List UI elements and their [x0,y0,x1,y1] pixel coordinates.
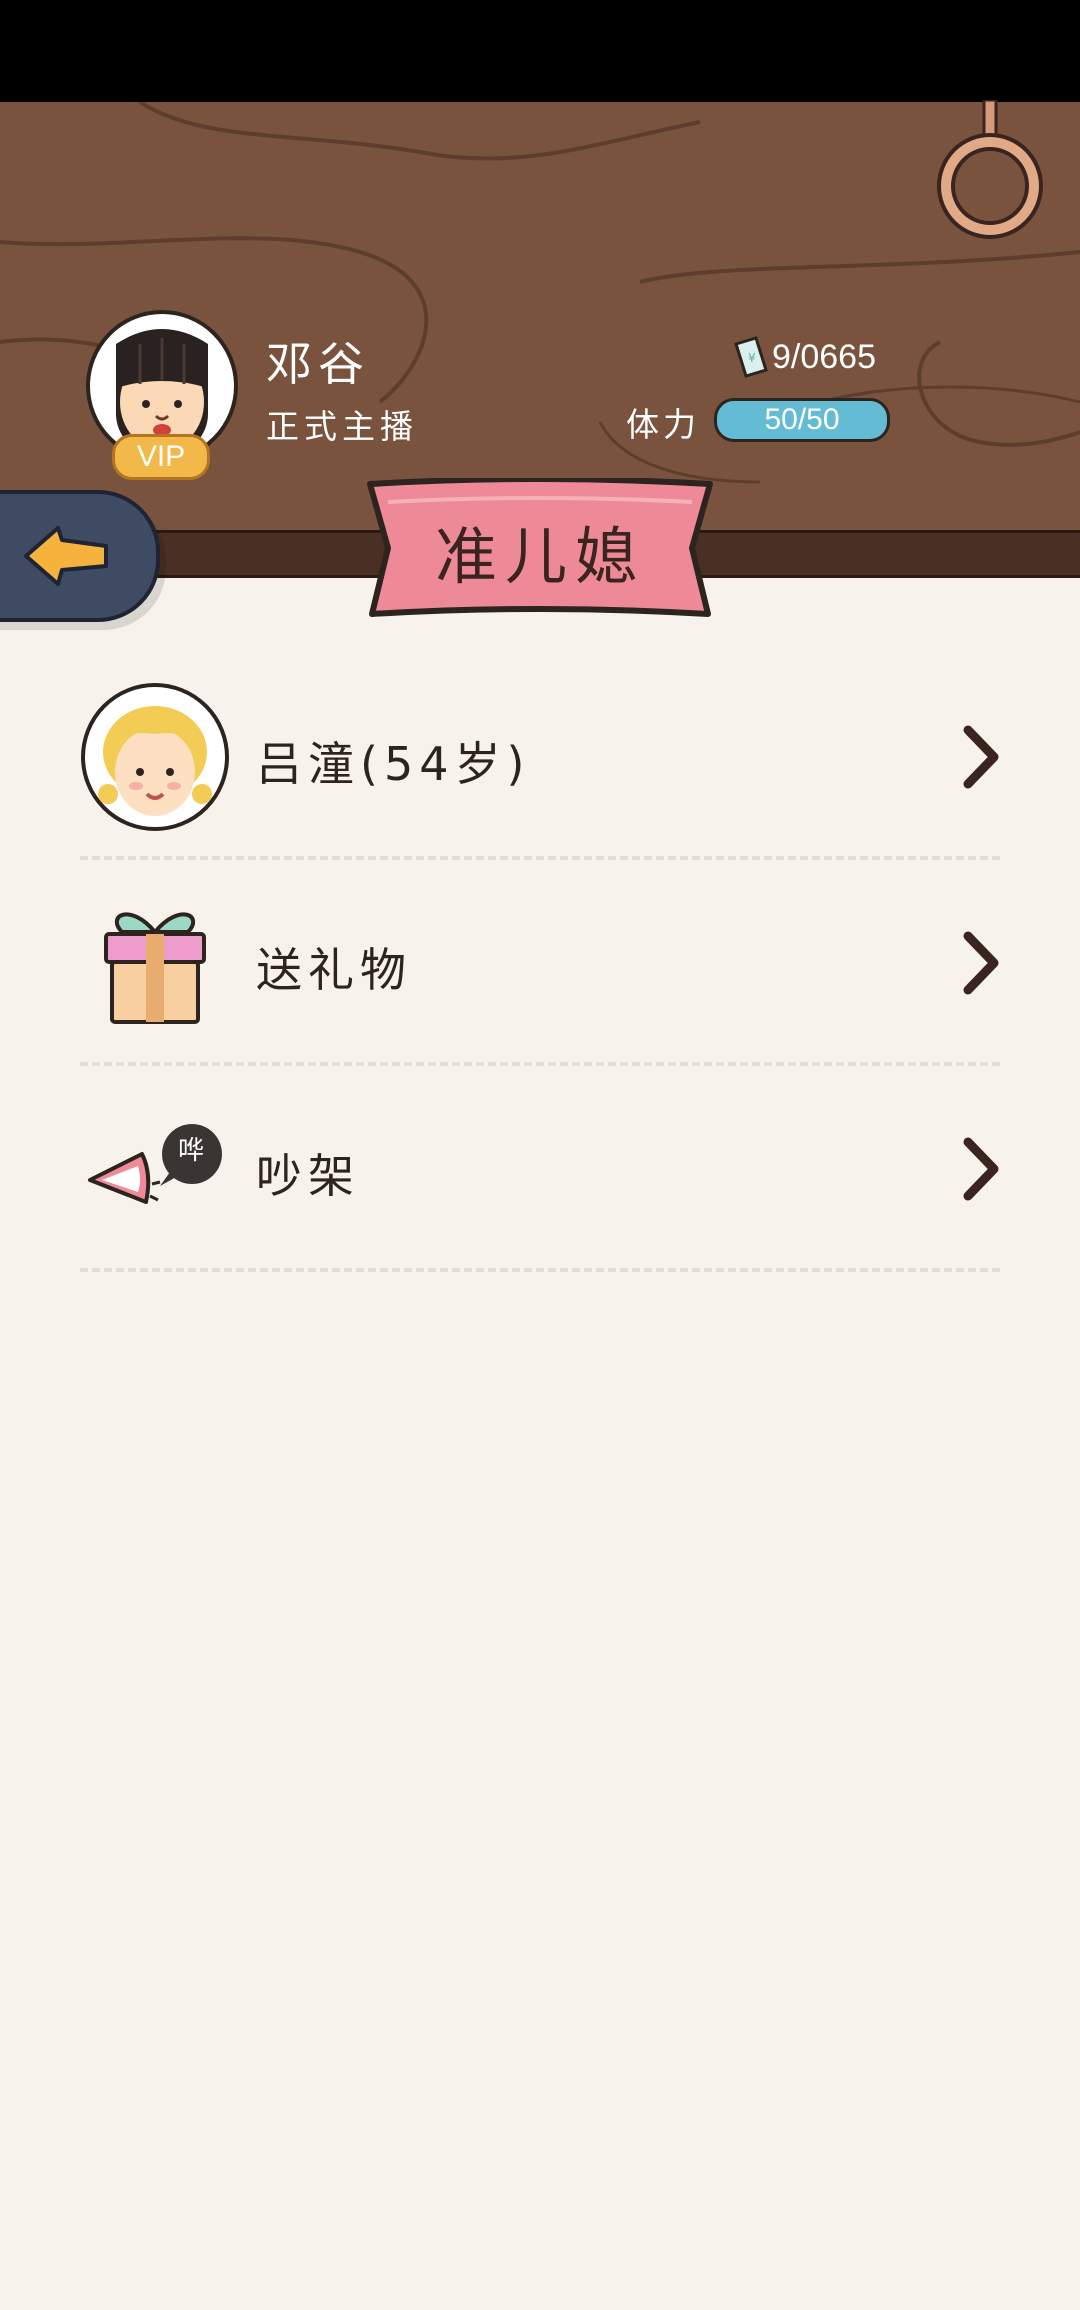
shouting-mouth-icon [88,1124,222,1204]
ring-icon[interactable] [936,100,1046,240]
svg-text:¥: ¥ [748,351,756,365]
stamina-label: 体力 [626,405,700,444]
chevron-right-icon [963,725,999,789]
status-bar [0,0,1080,102]
player-name: 邓谷 [266,337,370,391]
paper-money-icon: ¥ [734,336,768,378]
row-divider [80,856,1000,860]
chevron-right-icon [963,1137,999,1201]
vip-badge: VIP [112,434,210,480]
player-title: 正式主播 [266,407,418,446]
back-button[interactable] [0,490,160,622]
character-portrait-icon [81,683,229,831]
chevron-right-icon [963,931,999,995]
page-title: 准儿媳 [434,520,645,593]
menu-item-label: 送礼物 [256,943,412,997]
menu-item-quarrel[interactable]: 哗 吵架 [80,1094,1000,1298]
menu-item-label: 吵架 [256,1149,360,1203]
menu-item-send-gift[interactable]: 送礼物 [80,888,1000,1092]
gift-box-icon [104,912,206,1024]
coin-value: 9/0665 [772,338,876,376]
stamina-bar: 50/50 [714,398,890,442]
row-divider [80,1062,1000,1066]
player-avatar[interactable]: VIP [86,310,238,480]
menu-item-character[interactable]: 吕潼(54岁) [80,682,1000,886]
speech-bubble-text: 哗 [177,1136,204,1166]
back-arrow-icon [24,526,108,586]
page-title-banner: 准儿媳 [364,478,716,622]
row-divider [80,1268,1000,1272]
menu-item-label: 吕潼(54岁) [256,737,531,791]
